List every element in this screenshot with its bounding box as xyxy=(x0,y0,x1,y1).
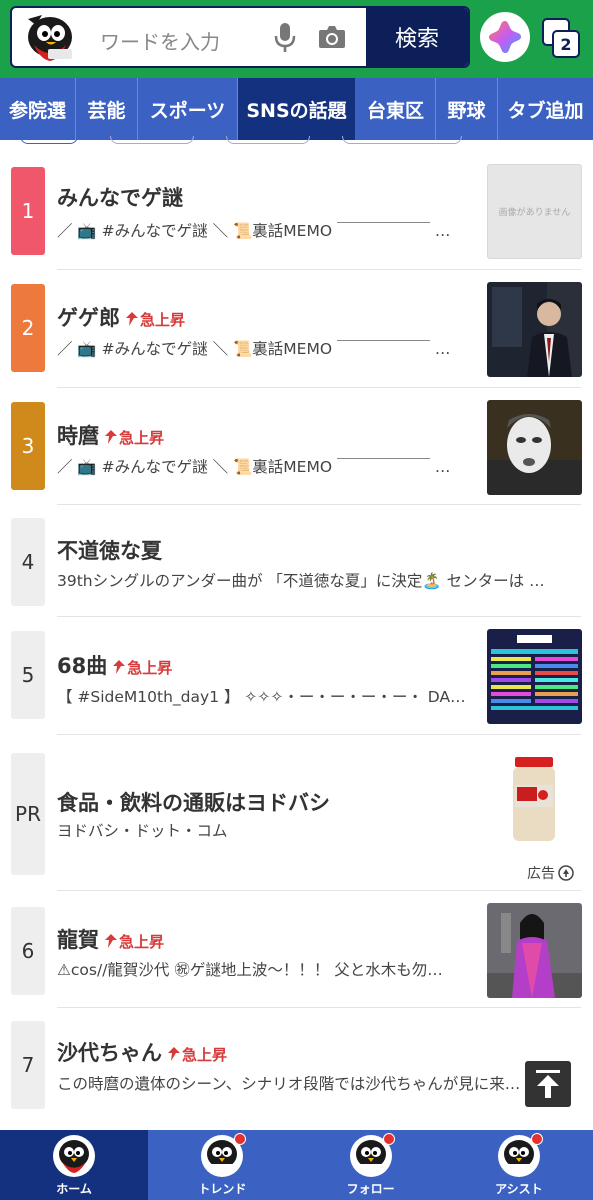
rising-arrow-icon xyxy=(113,660,126,674)
ai-assistant-icon[interactable] xyxy=(480,12,530,62)
nav-label: フォロー xyxy=(346,1182,395,1196)
tab-category-1[interactable]: 芸能 xyxy=(76,78,138,140)
rising-arrow-icon xyxy=(105,430,117,444)
ad-title[interactable]: 食品・飲料の通販はヨドバシ xyxy=(57,787,330,817)
tab-category-4[interactable]: 台東区 xyxy=(356,78,436,140)
ad-image[interactable] xyxy=(487,751,582,846)
rising-badge: 急上昇 xyxy=(105,933,164,951)
nav-label: アシスト xyxy=(495,1182,543,1196)
arrow-up-icon xyxy=(536,1070,560,1098)
trend-item[interactable]: 4 不道徳な夏 39thシングルのアンダー曲が 「不道徳な夏」に決定🏝️ センタ… xyxy=(0,505,593,617)
rank-badge: 6 xyxy=(11,907,45,995)
header: ワードを入力 検索 2 xyxy=(0,0,593,78)
mic-icon[interactable] xyxy=(274,22,296,54)
search-input[interactable]: ワードを入力 xyxy=(100,26,220,55)
trend-item[interactable]: 7 沙代ちゃん 急上昇 この時麿の遺体のシーン、シナリオ段階では沙代ちゃんが見に来… xyxy=(0,1008,593,1130)
tab-count: 2 xyxy=(552,30,580,58)
nav-label: ホーム xyxy=(56,1182,92,1196)
swallow-mascot-icon[interactable] xyxy=(20,9,86,67)
trend-title[interactable]: ゲゲ郎 急上昇 xyxy=(57,302,185,332)
filter-chip[interactable] xyxy=(110,136,194,144)
trend-desc: ／ 📺 #みんなでゲ謎 ＼ 📜裏話MEMO ￣￣￣￣￣￣ … xyxy=(57,458,451,476)
category-tabs: 参院選 芸能 スポーツ SNSの話題 台東区 野球 タブ追加 xyxy=(0,78,593,140)
rank-badge: 4 xyxy=(11,518,45,606)
filter-chip[interactable] xyxy=(342,136,462,144)
no-image-placeholder: 画像がありません xyxy=(487,164,582,259)
rising-badge: 急上昇 xyxy=(105,429,164,447)
tab-category-0[interactable]: 参院選 xyxy=(0,78,76,140)
mascot-assist-icon xyxy=(497,1133,543,1178)
rising-arrow-icon xyxy=(168,1047,180,1061)
ad-label[interactable]: 広告 xyxy=(527,863,574,883)
filter-chip[interactable] xyxy=(226,136,310,144)
trend-title[interactable]: 時麿 急上昇 xyxy=(57,420,164,450)
thumbnail-image[interactable] xyxy=(487,400,582,495)
trend-item[interactable]: 1 みんなでゲ謎 ／ 📺 #みんなでゲ謎 ＼ 📜裏話MEMO ￣￣￣￣￣￣ … … xyxy=(0,146,593,270)
mascot-trend-icon xyxy=(200,1133,247,1178)
tab-category-2[interactable]: スポーツ xyxy=(138,78,238,140)
camera-icon[interactable] xyxy=(318,24,346,50)
trend-desc: 【 #SideM10th_day1 】 ✧✧✧・ー・ー・ー・ー・ DA… xyxy=(57,688,466,706)
ad-desc: ヨドバシ・ドット・コム xyxy=(57,822,228,840)
search-button[interactable]: 検索 xyxy=(366,8,468,66)
rank-badge: 2 xyxy=(11,284,45,372)
bottom-navigation: ホーム トレンド フォロー アシスト xyxy=(0,1130,593,1200)
trend-desc: この時麿の遺体のシーン、シナリオ段階では沙代ちゃんが見に来… xyxy=(57,1075,521,1093)
nav-home[interactable]: ホーム xyxy=(0,1130,149,1200)
rising-badge: 急上昇 xyxy=(126,311,185,329)
mascot-home-icon xyxy=(53,1135,96,1177)
trend-desc: ／ 📺 #みんなでゲ謎 ＼ 📜裏話MEMO ￣￣￣￣￣￣ … xyxy=(57,222,451,240)
trend-desc: 39thシングルのアンダー曲が 「不道徳な夏」に決定🏝️ センターは … xyxy=(57,572,545,590)
trend-title[interactable]: 不道徳な夏 xyxy=(57,535,162,565)
info-icon[interactable] xyxy=(558,865,574,881)
trend-title[interactable]: みんなでゲ謎 xyxy=(57,182,183,212)
trend-item[interactable]: 2 ゲゲ郎 急上昇 ／ 📺 #みんなでゲ謎 ＼ 📜裏話MEMO ￣￣￣￣￣￣ … xyxy=(0,270,593,388)
notification-dot xyxy=(382,1133,395,1145)
trend-title[interactable]: 龍賀 急上昇 xyxy=(57,924,164,954)
rising-badge: 急上昇 xyxy=(113,659,172,677)
scroll-to-top-button[interactable] xyxy=(525,1061,571,1107)
thumbnail-image[interactable] xyxy=(487,282,582,377)
rank-badge: 3 xyxy=(11,402,45,490)
tab-switcher-button[interactable]: 2 xyxy=(538,14,586,62)
rank-badge: 5 xyxy=(11,631,45,719)
trend-desc: ／ 📺 #みんなでゲ謎 ＼ 📜裏話MEMO ￣￣￣￣￣￣ … xyxy=(57,340,451,358)
tab-category-3[interactable]: SNSの話題 xyxy=(238,78,356,140)
thumbnail-image[interactable] xyxy=(487,629,582,724)
search-box[interactable]: ワードを入力 検索 xyxy=(10,6,470,68)
notification-dot xyxy=(234,1133,247,1145)
rank-badge: 7 xyxy=(11,1021,45,1109)
trend-title[interactable]: 68曲 急上昇 xyxy=(57,650,172,680)
trend-item[interactable]: 6 龍賀 急上昇 ⚠cos//龍賀沙代 ㊗ゲ謎地上波〜！！！ 父と水木も勿… xyxy=(0,890,593,1008)
nav-label: トレンド xyxy=(198,1182,247,1196)
filter-chip[interactable] xyxy=(20,136,78,144)
nav-trend[interactable]: トレンド xyxy=(148,1130,296,1200)
trend-item[interactable]: 3 時麿 急上昇 ／ 📺 #みんなでゲ謎 ＼ 📜裏話MEMO ￣￣￣￣￣￣ … xyxy=(0,388,593,505)
ad-item[interactable]: PR 食品・飲料の通販はヨドバシ ヨドバシ・ドット・コム 広告 xyxy=(0,735,593,891)
rising-arrow-icon xyxy=(105,934,117,948)
thumbnail-image[interactable] xyxy=(487,903,582,998)
tab-category-6[interactable]: タブ追加 xyxy=(498,78,593,140)
rank-badge: 1 xyxy=(11,167,45,255)
nav-follow[interactable]: フォロー xyxy=(297,1130,445,1200)
nav-assist[interactable]: アシスト xyxy=(445,1130,593,1200)
trend-item[interactable]: 5 68曲 急上昇 【 #SideM10th_day1 】 ✧✧✧・ー・ー・ー・ー… xyxy=(0,617,593,735)
mascot-follow-icon xyxy=(349,1133,395,1178)
rank-badge: PR xyxy=(11,753,45,875)
trend-desc: ⚠cos//龍賀沙代 ㊗ゲ謎地上波〜！！！ 父と水木も勿… xyxy=(57,961,443,979)
notification-dot xyxy=(530,1133,543,1145)
rising-arrow-icon xyxy=(126,312,138,326)
trend-title[interactable]: 沙代ちゃん 急上昇 xyxy=(57,1037,227,1067)
rising-badge: 急上昇 xyxy=(168,1046,227,1064)
tab-category-5[interactable]: 野球 xyxy=(436,78,498,140)
